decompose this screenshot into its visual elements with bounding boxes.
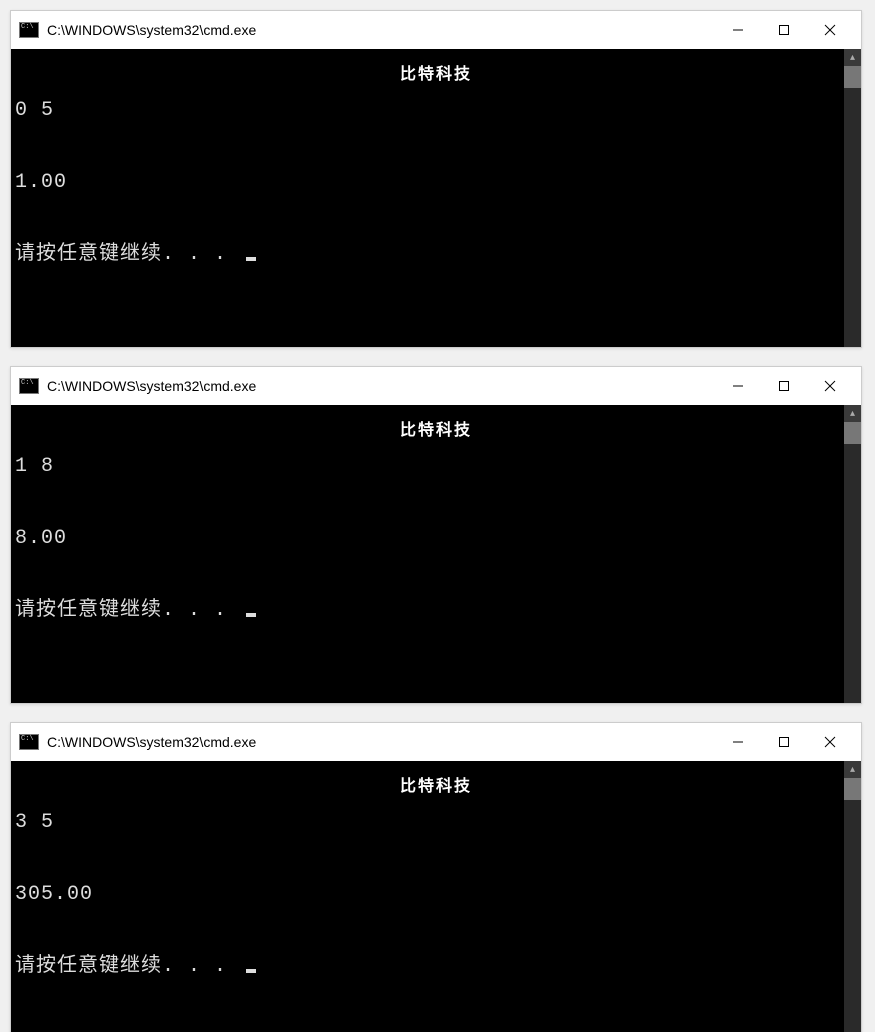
- titlebar: C:\WINDOWS\system32\cmd.exe: [11, 11, 861, 49]
- scroll-thumb[interactable]: [844, 66, 861, 88]
- cmd-icon: [19, 378, 39, 394]
- minimize-button[interactable]: [715, 373, 761, 399]
- scrollbar[interactable]: ▴: [844, 405, 861, 703]
- titlebar: C:\WINDOWS\system32\cmd.exe: [11, 723, 861, 761]
- watermark-text: 比特科技: [400, 63, 472, 87]
- scrollbar[interactable]: ▴: [844, 49, 861, 347]
- cmd-icon: [19, 22, 39, 38]
- window-title: C:\WINDOWS\system32\cmd.exe: [47, 378, 715, 394]
- scroll-up-icon[interactable]: ▴: [844, 49, 861, 66]
- prompt-text: 请按任意键继续. . .: [15, 599, 240, 622]
- output-line: 305.00: [15, 883, 857, 907]
- close-button[interactable]: [807, 729, 853, 755]
- console-window: C:\WINDOWS\system32\cmd.exe 1 8 8.00 请按任…: [10, 366, 862, 704]
- window-controls: [715, 373, 853, 399]
- close-button[interactable]: [807, 17, 853, 43]
- titlebar: C:\WINDOWS\system32\cmd.exe: [11, 367, 861, 405]
- cmd-icon: [19, 734, 39, 750]
- console-output: 0 5 1.00 请按任意键继续. . . 比特科技: [11, 49, 861, 347]
- console-wrap: 3 5 305.00 请按任意键继续. . . 比特科技 ▴: [11, 761, 861, 1032]
- console-wrap: 1 8 8.00 请按任意键继续. . . 比特科技 ▴: [11, 405, 861, 703]
- console-wrap: 0 5 1.00 请按任意键继续. . . 比特科技 ▴: [11, 49, 861, 347]
- maximize-button[interactable]: [761, 373, 807, 399]
- output-line: 1.00: [15, 171, 857, 195]
- close-button[interactable]: [807, 373, 853, 399]
- cursor-icon: [246, 257, 256, 261]
- cursor-icon: [246, 613, 256, 617]
- output-line: 3 5: [15, 811, 857, 835]
- output-line: 1 8: [15, 455, 857, 479]
- minimize-button[interactable]: [715, 17, 761, 43]
- output-line: 请按任意键继续. . .: [15, 599, 857, 623]
- window-title: C:\WINDOWS\system32\cmd.exe: [47, 22, 715, 38]
- output-line: 请按任意键继续. . .: [15, 955, 857, 979]
- cursor-icon: [246, 969, 256, 973]
- maximize-button[interactable]: [761, 729, 807, 755]
- scroll-up-icon[interactable]: ▴: [844, 761, 861, 778]
- watermark-text: 比特科技: [400, 419, 472, 443]
- window-controls: [715, 17, 853, 43]
- output-line: 8.00: [15, 527, 857, 551]
- console-window: C:\WINDOWS\system32\cmd.exe 3 5 305.00 请…: [10, 722, 862, 1032]
- scroll-up-icon[interactable]: ▴: [844, 405, 861, 422]
- prompt-text: 请按任意键继续. . .: [15, 955, 240, 978]
- console-output: 3 5 305.00 请按任意键继续. . . 比特科技: [11, 761, 861, 1032]
- output-line: 0 5: [15, 99, 857, 123]
- watermark-text: 比特科技: [400, 775, 472, 799]
- output-line: 请按任意键继续. . .: [15, 243, 857, 267]
- maximize-button[interactable]: [761, 17, 807, 43]
- window-controls: [715, 729, 853, 755]
- scrollbar[interactable]: ▴: [844, 761, 861, 1032]
- console-output: 1 8 8.00 请按任意键继续. . . 比特科技: [11, 405, 861, 703]
- scroll-thumb[interactable]: [844, 422, 861, 444]
- console-window: C:\WINDOWS\system32\cmd.exe 0 5 1.00 请按任…: [10, 10, 862, 348]
- window-title: C:\WINDOWS\system32\cmd.exe: [47, 734, 715, 750]
- scroll-thumb[interactable]: [844, 778, 861, 800]
- minimize-button[interactable]: [715, 729, 761, 755]
- prompt-text: 请按任意键继续. . .: [15, 243, 240, 266]
